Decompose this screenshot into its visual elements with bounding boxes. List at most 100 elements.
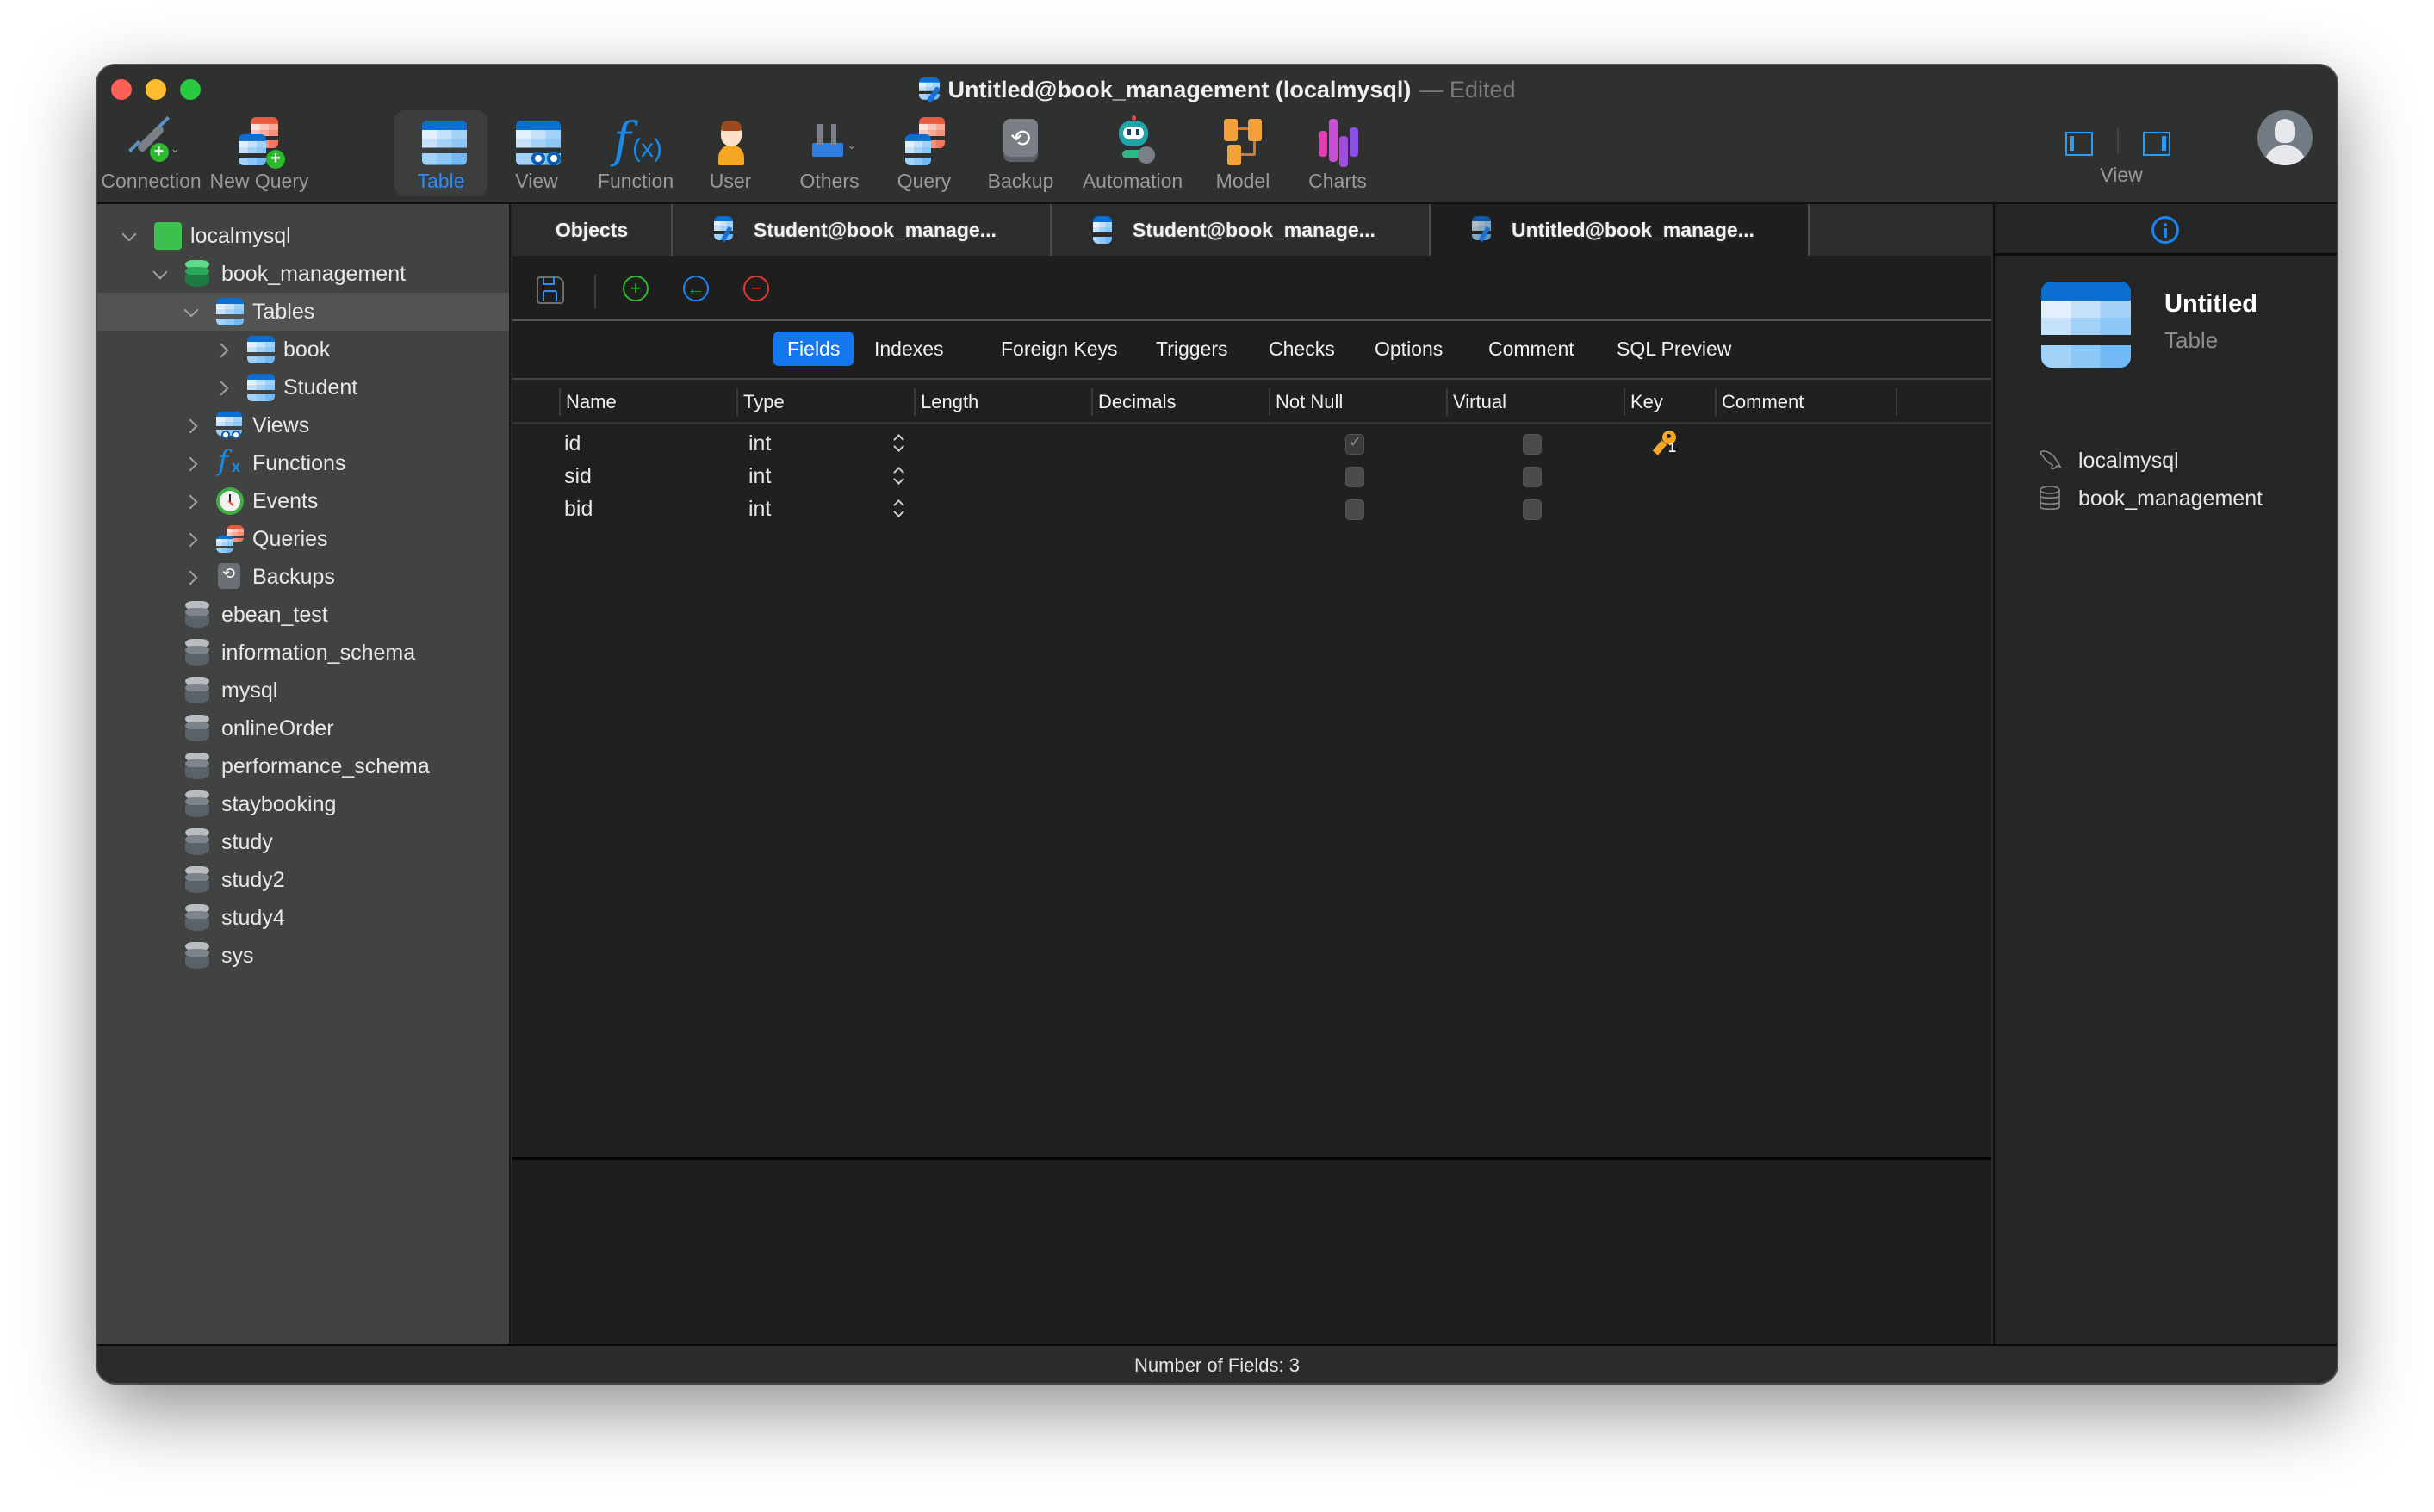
primary-key-icon[interactable]: 1 xyxy=(1652,431,1678,456)
toolbar-connection-button[interactable]: + ⌄ Connection xyxy=(101,110,202,196)
toolbar-automation-button[interactable]: Automation xyxy=(1072,110,1193,196)
field-length-cell[interactable] xyxy=(919,427,1083,460)
field-length-cell[interactable] xyxy=(919,460,1083,493)
column-header-comment[interactable]: Comment xyxy=(1715,388,1897,416)
subtab-comment[interactable]: Comment xyxy=(1475,332,1588,366)
not-null-checkbox[interactable] xyxy=(1345,499,1364,520)
tree-label: Queries xyxy=(252,526,328,551)
tree-database-item[interactable]: onlineOrder xyxy=(97,710,509,747)
insert-field-button[interactable]: ← xyxy=(683,276,709,301)
tree-group-tables[interactable]: Tables xyxy=(97,293,509,331)
toggle-left-sidebar-button[interactable] xyxy=(2065,132,2093,156)
tree-group-queries[interactable]: Queries xyxy=(97,520,509,558)
user-avatar-button[interactable] xyxy=(2257,110,2313,165)
field-length-cell[interactable] xyxy=(919,493,1083,525)
chevron-right-icon[interactable] xyxy=(183,417,201,434)
type-stepper-icon[interactable] xyxy=(892,466,904,486)
toolbar-function-button[interactable]: f (x) Function xyxy=(588,110,683,196)
field-decimals-cell[interactable] xyxy=(1096,460,1260,493)
tree-connection-localmysql[interactable]: localmysql xyxy=(97,217,509,255)
field-type-cell[interactable]: int xyxy=(748,460,878,493)
chevron-right-icon[interactable] xyxy=(183,493,201,510)
toolbar-charts-button[interactable]: Charts xyxy=(1299,110,1376,196)
tree-group-events[interactable]: Events xyxy=(97,482,509,520)
database-icon xyxy=(185,715,209,742)
field-comment-cell[interactable] xyxy=(1720,427,1892,460)
field-type-cell[interactable]: int xyxy=(748,493,878,525)
tree-group-backups[interactable]: ⟲ Backups xyxy=(97,558,509,596)
toolbar-user-button[interactable]: User xyxy=(692,110,769,196)
field-name-cell[interactable]: id xyxy=(564,427,728,460)
tree-database-item[interactable]: sys xyxy=(97,937,509,975)
field-decimals-cell[interactable] xyxy=(1096,427,1260,460)
type-stepper-icon[interactable] xyxy=(892,433,904,454)
save-button[interactable] xyxy=(537,276,564,304)
not-null-checkbox[interactable] xyxy=(1345,467,1364,487)
subtab-checks[interactable]: Checks xyxy=(1255,332,1349,366)
field-row[interactable]: bid int xyxy=(512,493,1991,525)
toolbar-others-button[interactable]: ⌄ Others xyxy=(786,110,872,196)
subtab-triggers[interactable]: Triggers xyxy=(1142,332,1242,366)
toolbar-backup-button[interactable]: ⟲ Backup xyxy=(978,110,1064,196)
chevron-right-icon[interactable] xyxy=(183,530,201,548)
column-header-type[interactable]: Type xyxy=(736,388,914,416)
column-header-not-null[interactable]: Not Null xyxy=(1269,388,1446,416)
field-name-cell[interactable]: bid xyxy=(564,493,728,525)
subtab-foreign-keys[interactable]: Foreign Keys xyxy=(987,332,1132,366)
tree-group-functions[interactable]: f x Functions xyxy=(97,444,509,482)
info-icon[interactable] xyxy=(2151,216,2179,244)
tree-database-item[interactable]: study4 xyxy=(97,899,509,937)
subtab-indexes[interactable]: Indexes xyxy=(860,332,958,366)
field-comment-cell[interactable] xyxy=(1720,493,1892,525)
tree-group-views[interactable]: Views xyxy=(97,406,509,444)
not-null-checkbox[interactable] xyxy=(1345,433,1364,455)
chevron-right-icon[interactable] xyxy=(214,379,232,396)
virtual-checkbox[interactable] xyxy=(1523,467,1542,487)
tree-database-item[interactable]: information_schema xyxy=(97,634,509,672)
tab-student-1[interactable]: Student@book_manage... xyxy=(673,204,1052,256)
virtual-checkbox[interactable] xyxy=(1523,499,1542,520)
tab-objects[interactable]: Objects xyxy=(512,204,673,256)
tab-student-2[interactable]: Student@book_manage... xyxy=(1052,204,1431,256)
tab-untitled[interactable]: Untitled@book_manage... xyxy=(1431,204,1810,256)
tree-database-item[interactable]: staybooking xyxy=(97,785,509,823)
tree-table-student[interactable]: Student xyxy=(97,369,509,406)
tree-database-item[interactable]: mysql xyxy=(97,672,509,710)
subtab-options[interactable]: Options xyxy=(1361,332,1456,366)
toolbar-table-button[interactable]: Table xyxy=(394,110,487,196)
toolbar-query-button[interactable]: Query xyxy=(885,110,963,196)
field-type-cell[interactable]: int xyxy=(748,427,878,460)
column-header-name[interactable]: Name xyxy=(559,388,736,416)
tree-table-book[interactable]: book xyxy=(97,331,509,369)
field-row[interactable]: sid int xyxy=(512,460,1991,493)
toolbar-model-button[interactable]: Model xyxy=(1204,110,1282,196)
type-stepper-icon[interactable] xyxy=(892,499,904,519)
chevron-down-icon[interactable] xyxy=(152,265,170,282)
tree-database-book-management[interactable]: book_management xyxy=(97,255,509,293)
chevron-down-icon[interactable] xyxy=(183,303,201,320)
toolbar-view-button[interactable]: View xyxy=(498,110,575,196)
chevron-down-icon[interactable] xyxy=(121,227,139,245)
field-decimals-cell[interactable] xyxy=(1096,493,1260,525)
column-header-decimals[interactable]: Decimals xyxy=(1091,388,1269,416)
toolbar-new-query-button[interactable]: + New Query xyxy=(208,110,311,196)
subtab-sql-preview[interactable]: SQL Preview xyxy=(1603,332,1745,366)
column-header-length[interactable]: Length xyxy=(914,388,1091,416)
tree-database-item[interactable]: ebean_test xyxy=(97,596,509,634)
column-header-key[interactable]: Key xyxy=(1624,388,1715,416)
tree-database-item[interactable]: study2 xyxy=(97,861,509,899)
tree-database-item[interactable]: performance_schema xyxy=(97,747,509,785)
field-comment-cell[interactable] xyxy=(1720,460,1892,493)
virtual-checkbox[interactable] xyxy=(1523,434,1542,455)
column-header-virtual[interactable]: Virtual xyxy=(1446,388,1624,416)
tree-database-item[interactable]: study xyxy=(97,823,509,861)
subtab-fields[interactable]: Fields xyxy=(773,332,854,366)
field-name-cell[interactable]: sid xyxy=(564,460,728,493)
chevron-right-icon[interactable] xyxy=(214,341,232,358)
field-row[interactable]: idint 1 xyxy=(512,427,1991,460)
delete-field-button[interactable]: − xyxy=(743,276,769,301)
chevron-right-icon[interactable] xyxy=(183,568,201,586)
chevron-right-icon[interactable] xyxy=(183,455,201,472)
add-field-button[interactable]: + xyxy=(623,276,649,301)
toggle-right-panel-button[interactable] xyxy=(2143,132,2170,156)
